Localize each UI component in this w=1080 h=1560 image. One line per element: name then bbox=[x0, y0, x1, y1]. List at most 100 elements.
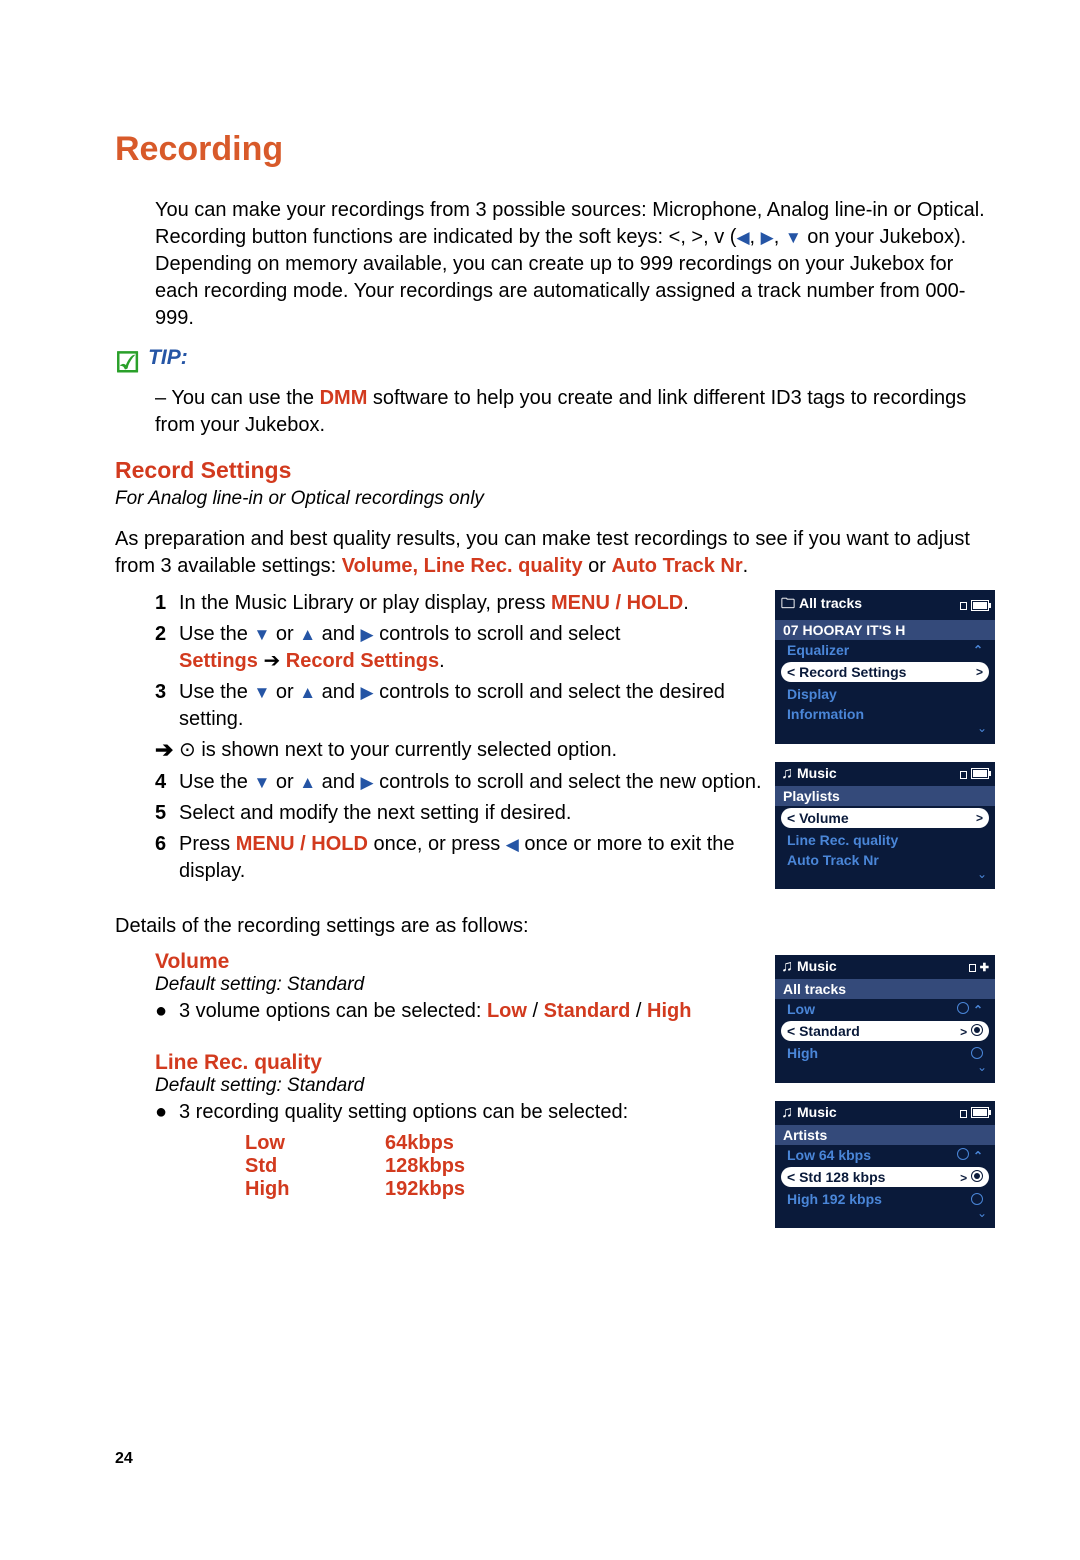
device-item-display: Display bbox=[775, 684, 995, 704]
music-note-icon: ♫ bbox=[781, 1104, 793, 1121]
up-triangle-icon: ▲ bbox=[299, 683, 316, 702]
dev2-i0: Volume bbox=[799, 810, 849, 826]
device-nowplaying: 07 HOORAY IT'S H bbox=[775, 620, 995, 640]
dev4-i2: High 192 kbps bbox=[787, 1191, 882, 1207]
dev3-i0: Low bbox=[787, 1001, 815, 1017]
linerec-bullet-body: 3 recording quality setting options can … bbox=[179, 1101, 628, 1124]
step-3: 3 Use the ▼ or ▲ and ▶ controls to scrol… bbox=[155, 679, 763, 733]
bullet-icon: ● bbox=[155, 1000, 179, 1023]
s6-a: Press bbox=[179, 833, 236, 855]
dev3-i2: High bbox=[787, 1045, 818, 1061]
quality-row: High 192kbps bbox=[245, 1178, 763, 1201]
device-screenshot-4: ♫Music Artists Low 64 kbps ⌃ < Std 128 k… bbox=[775, 1101, 995, 1229]
step-1: 1 In the Music Library or play display, … bbox=[155, 590, 763, 617]
device-item-autotrack: Auto Track Nr bbox=[775, 850, 995, 870]
device-item-linerec: Line Rec. quality bbox=[775, 830, 995, 850]
arrow-body: ⊙ is shown next to your currently select… bbox=[179, 737, 763, 763]
tip-text-a: – You can use the bbox=[155, 387, 320, 409]
intro-text-1b: on your Jukebox). bbox=[802, 226, 967, 248]
quality-table: Low 64kbps Std 128kbps High 192kbps bbox=[245, 1132, 763, 1201]
s6-b: once, or press bbox=[368, 833, 506, 855]
left-triangle-icon: ◀ bbox=[506, 835, 519, 854]
arrow-result-line: ➔ ⊙ is shown next to your currently sele… bbox=[155, 737, 763, 763]
scroll-up-icon: ⌃ bbox=[973, 1003, 983, 1017]
intro-paragraph-2: Depending on memory available, you can c… bbox=[155, 251, 995, 332]
scroll-down-icon: ⌄ bbox=[775, 870, 995, 880]
s2-b: or bbox=[270, 623, 299, 645]
volume-heading: Volume bbox=[155, 950, 763, 974]
plug-icon bbox=[964, 962, 976, 972]
device-sub: Playlists bbox=[775, 786, 995, 806]
header-icons: ✚ bbox=[964, 961, 989, 974]
step-number: 5 bbox=[155, 800, 179, 827]
step-4: 4 Use the ▼ or ▲ and ▶ controls to scrol… bbox=[155, 769, 763, 796]
record-intro: As preparation and best quality results,… bbox=[115, 526, 995, 580]
folder-icon: 🗀 bbox=[781, 595, 795, 611]
battery-icon bbox=[971, 768, 989, 779]
intro-paragraph-1: You can make your recordings from 3 poss… bbox=[155, 197, 995, 251]
quality-label: Low bbox=[245, 1132, 385, 1155]
ri-d: Auto Track Nr bbox=[611, 555, 742, 577]
steps-list: 1 In the Music Library or play display, … bbox=[155, 590, 763, 885]
steps-and-screens: 1 In the Music Library or play display, … bbox=[115, 590, 995, 1246]
left-column: 1 In the Music Library or play display, … bbox=[115, 590, 763, 1246]
vb-std: Standard bbox=[544, 1000, 631, 1022]
device-item-information: Information bbox=[775, 704, 995, 724]
s2-l2b: Record Settings bbox=[286, 650, 439, 672]
device-item-volume: < Volume> bbox=[781, 808, 989, 828]
device-item-low64: Low 64 kbps ⌃ bbox=[775, 1145, 995, 1165]
device-screenshot-2: ♫Music Playlists < Volume> Line Rec. qua… bbox=[775, 762, 995, 890]
s4-b: or bbox=[270, 771, 299, 793]
battery-icon bbox=[971, 600, 989, 611]
header-icons bbox=[955, 768, 989, 779]
ri-b: Volume, Line Rec. quality bbox=[342, 555, 583, 577]
s2-l2a: Settings bbox=[179, 650, 258, 672]
step-body: Use the ▼ or ▲ and ▶ controls to scroll … bbox=[179, 769, 763, 796]
up-triangle-icon: ▲ bbox=[299, 625, 316, 644]
tip-body: – You can use the DMM software to help y… bbox=[155, 385, 995, 439]
vb-s1: / bbox=[527, 1000, 544, 1022]
step-body: Press MENU / HOLD once, or press ◀ once … bbox=[179, 831, 763, 885]
plug-icon bbox=[955, 1108, 967, 1118]
arrow-icon: ➔ bbox=[155, 737, 179, 763]
tip-dmm: DMM bbox=[320, 387, 368, 409]
ri-e: . bbox=[743, 555, 749, 577]
radio-selected-icon bbox=[971, 1024, 983, 1036]
device-item-high192: High 192 kbps bbox=[775, 1189, 995, 1209]
header-icons bbox=[955, 600, 989, 611]
step-number: 2 bbox=[155, 621, 179, 675]
details-line: Details of the recording settings are as… bbox=[115, 915, 763, 938]
s3-a: Use the bbox=[179, 681, 253, 703]
radio-icon bbox=[957, 1148, 969, 1160]
step-body: Use the ▼ or ▲ and ▶ controls to scroll … bbox=[179, 679, 763, 733]
s4-a: Use the bbox=[179, 771, 253, 793]
quality-row: Low 64kbps bbox=[245, 1132, 763, 1155]
s4-c: and bbox=[316, 771, 360, 793]
record-settings-note: For Analog line-in or Optical recordings… bbox=[115, 488, 995, 510]
s3-c: and bbox=[316, 681, 360, 703]
s2-c: and bbox=[316, 623, 360, 645]
vb-s2: / bbox=[630, 1000, 647, 1022]
vb-a: 3 volume options can be selected: bbox=[179, 1000, 487, 1022]
quality-value: 128kbps bbox=[385, 1155, 465, 1178]
device-sub: All tracks bbox=[775, 979, 995, 999]
dev3-i1: Standard bbox=[799, 1023, 860, 1039]
down-triangle-icon: ▼ bbox=[253, 773, 270, 792]
linerec-heading: Line Rec. quality bbox=[155, 1051, 763, 1075]
step-number: 6 bbox=[155, 831, 179, 885]
arrow-text: is shown next to your currently selected… bbox=[196, 739, 617, 761]
step-number: 3 bbox=[155, 679, 179, 733]
device-header: ♫Music bbox=[775, 1101, 995, 1125]
step-body: Select and modify the next setting if de… bbox=[179, 800, 763, 827]
right-triangle-icon: ▶ bbox=[361, 773, 374, 792]
up-triangle-icon: ▲ bbox=[299, 773, 316, 792]
radio-dot-icon: ⊙ bbox=[179, 739, 196, 761]
tip-row: ☑ TIP: bbox=[115, 346, 995, 379]
dev1-i0: Equalizer bbox=[787, 642, 849, 658]
device-header: ♫Music bbox=[775, 762, 995, 786]
device-item-low: Low ⌃ bbox=[775, 999, 995, 1019]
volume-bullet: ● 3 volume options can be selected: Low … bbox=[155, 1000, 763, 1023]
record-settings-heading: Record Settings bbox=[115, 457, 995, 484]
right-triangle-icon: ▶ bbox=[361, 683, 374, 702]
dev4-title: Music bbox=[797, 1104, 837, 1120]
